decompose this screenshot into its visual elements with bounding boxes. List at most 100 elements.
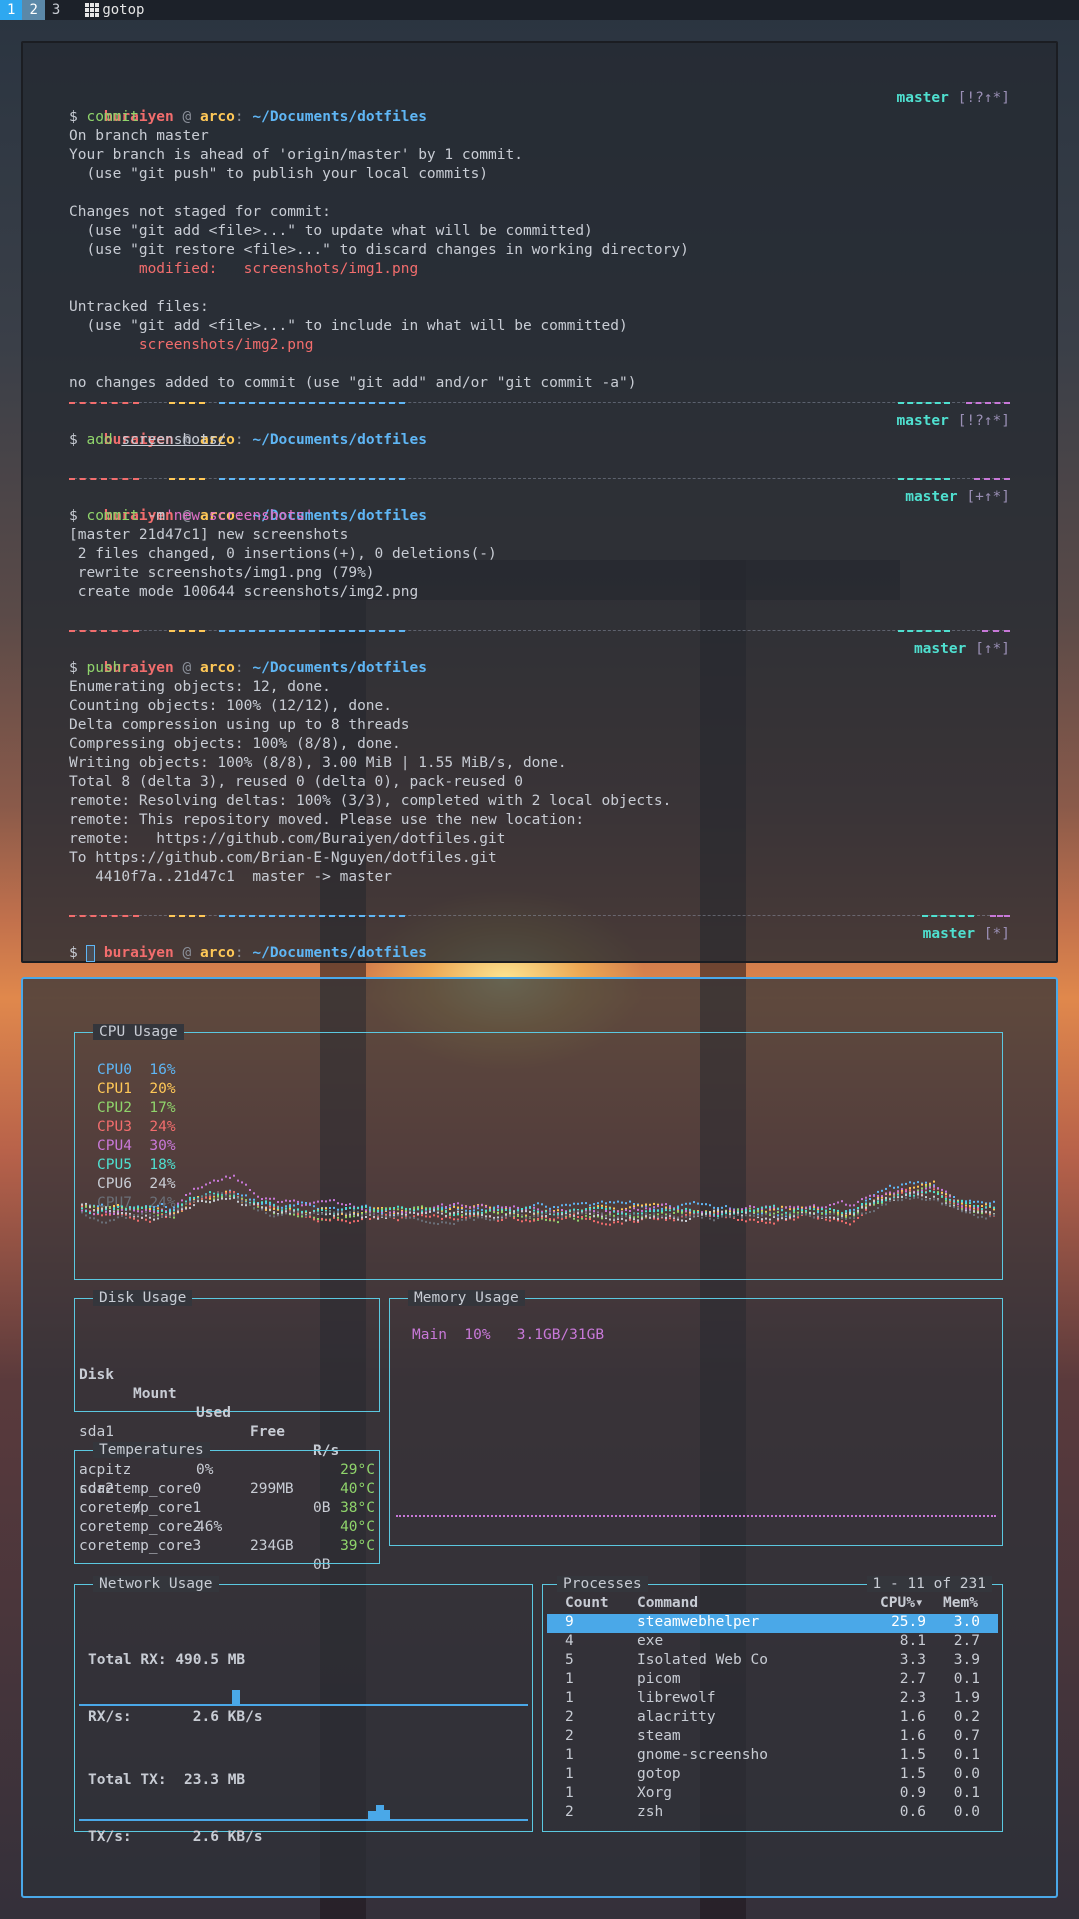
output-line: Changes not staged for commit: xyxy=(69,204,331,220)
cpu-graph-dot xyxy=(517,1212,519,1215)
cpu-graph-dot xyxy=(469,1212,471,1215)
workspace-2[interactable]: 2 xyxy=(22,0,45,20)
table-row[interactable]: 9 steamwebhelper 25.9 3.0 xyxy=(547,1614,998,1633)
cpu-graph-dot xyxy=(329,1199,331,1202)
cpu-graph-dot xyxy=(865,1202,867,1205)
cpu-graph-dot xyxy=(745,1207,747,1210)
cpu-graph-dot xyxy=(833,1216,835,1219)
cpu-graph-dot xyxy=(413,1211,415,1214)
process-mem: 3.9 xyxy=(953,1652,980,1668)
process-mem: 0.0 xyxy=(953,1766,980,1782)
cpu-graph-dot xyxy=(269,1208,271,1211)
terminal-window[interactable]: buraiyen @ arco: ~/Documents/dotfiles ma… xyxy=(21,41,1058,963)
cpu-graph-dot xyxy=(901,1191,903,1194)
col-command[interactable]: Command xyxy=(637,1595,698,1611)
cpu-graph-dot xyxy=(693,1211,695,1214)
rx-rate-label: RX/s: xyxy=(88,1709,132,1725)
cpu-graph-dot xyxy=(805,1206,807,1209)
cpu-graph-dot xyxy=(365,1209,367,1212)
tx-spike xyxy=(384,1810,390,1820)
cpu-graph-dot xyxy=(673,1208,675,1211)
process-count: 9 xyxy=(565,1614,574,1630)
git-branch: master xyxy=(896,90,949,106)
cpu-graph-dot xyxy=(765,1213,767,1216)
table-row[interactable]: 1 picom 2.7 0.1 xyxy=(547,1671,998,1690)
cpu-graph-dot xyxy=(605,1202,607,1205)
table-row[interactable]: 2 steam 1.6 0.7 xyxy=(547,1728,998,1747)
cpu-graph-dot xyxy=(397,1205,399,1208)
output-line: (use "git add <file>..." to include in w… xyxy=(69,318,628,334)
workspace-1[interactable]: 1 xyxy=(0,0,23,20)
cpu-graph-dot xyxy=(289,1207,291,1210)
cpu-graph-dot xyxy=(857,1207,859,1209)
cpu-graph-dot xyxy=(533,1209,535,1212)
prompt-separator xyxy=(69,469,1010,488)
table-row[interactable]: 1 gnome-screensho 1.5 0.1 xyxy=(547,1747,998,1766)
cpu-graph-dot xyxy=(825,1218,827,1221)
cpu-graph-dot xyxy=(317,1200,319,1203)
process-count: 1 xyxy=(565,1671,574,1687)
memory-legend: Main 10% 3.1GB/31GB xyxy=(412,1327,604,1343)
cpu-graph-dot xyxy=(673,1215,675,1218)
cpu-graph-dot xyxy=(169,1210,171,1213)
cpu-graph-dot xyxy=(457,1219,459,1222)
table-row[interactable]: 5 Isolated Web Co 3.3 3.9 xyxy=(547,1652,998,1671)
command-line: $ push xyxy=(69,659,1010,678)
cpu-graph-dot xyxy=(85,1202,87,1205)
cpu-graph-dot xyxy=(405,1207,407,1210)
cpu-graph-dot xyxy=(849,1217,851,1219)
cpu-graph-dot xyxy=(105,1208,107,1211)
cpu-graph-dot xyxy=(421,1207,423,1210)
cpu-graph-dot xyxy=(381,1209,383,1212)
cpu-graph-dot xyxy=(981,1215,983,1218)
cpu-graph-dot xyxy=(613,1221,615,1224)
cpu-graph-dot xyxy=(481,1216,483,1219)
cpu-graph-dot xyxy=(417,1218,419,1221)
cpu-graph-dot xyxy=(601,1207,603,1209)
active-command-line[interactable]: $ xyxy=(69,944,1010,963)
cpu-graph-dot xyxy=(165,1213,167,1216)
cpu-graph-dot xyxy=(533,1219,535,1222)
cpu-graph-dot xyxy=(885,1203,887,1206)
cpu-graph-dot xyxy=(473,1218,475,1221)
disk-usage-title: Disk Usage xyxy=(93,1290,193,1306)
cpu-graph-dot xyxy=(501,1206,503,1209)
cpu-graph-dot xyxy=(749,1205,751,1208)
cpu-graph-dot xyxy=(117,1216,119,1219)
cpu-graph-dot xyxy=(221,1197,223,1200)
process-count: 5 xyxy=(565,1652,574,1668)
cpu-graph-dot xyxy=(97,1205,99,1208)
table-row[interactable]: 1 Xorg 0.9 0.1 xyxy=(547,1785,998,1804)
gotop-window[interactable]: CPU Usage CPU0 16% CPU1 20% CPU2 17% CPU3 2… xyxy=(21,977,1058,1898)
output-line: 4410f7a..21d47c1 master -> master xyxy=(69,869,393,885)
cpu-graph-dot xyxy=(305,1203,307,1206)
cpu-graph-dot xyxy=(961,1202,963,1205)
cpu-graph-dot xyxy=(213,1199,215,1202)
table-row[interactable]: 2 alacritty 1.6 0.2 xyxy=(547,1709,998,1728)
process-mem: 0.1 xyxy=(953,1671,980,1687)
table-row[interactable]: 2 zsh 0.6 0.0 xyxy=(547,1804,998,1823)
cpu-graph-dot xyxy=(297,1210,299,1213)
col-count[interactable]: Count xyxy=(565,1595,609,1611)
cpu-graph-dot xyxy=(945,1203,947,1206)
workspace-3[interactable]: 3 xyxy=(45,0,67,20)
cpu-graph-dot xyxy=(973,1204,975,1207)
cpu-graph-dot xyxy=(629,1213,631,1216)
table-row[interactable]: 4 exe 8.1 2.7 xyxy=(547,1633,998,1652)
cpu-graph-dot xyxy=(209,1195,211,1198)
cpu-graph-dot xyxy=(181,1206,183,1208)
col-cpu[interactable]: CPU%▾ xyxy=(880,1595,924,1611)
cpu-graph-dot xyxy=(521,1210,523,1213)
process-mem: 2.7 xyxy=(953,1633,980,1649)
cpu-graph-dot xyxy=(557,1206,559,1209)
output-line: Enumerating objects: 12, done. xyxy=(69,679,331,695)
cpu-graph-dot xyxy=(737,1219,739,1221)
cpu-graph-dot xyxy=(745,1220,747,1223)
cpu-graph-dot xyxy=(621,1212,623,1215)
cpu-graph-dot xyxy=(985,1217,987,1220)
cpu-graph-dot xyxy=(253,1203,255,1206)
cpu-graph-dot xyxy=(585,1208,587,1211)
col-mem[interactable]: Mem% xyxy=(943,1595,978,1611)
table-row[interactable]: 1 gotop 1.5 0.0 xyxy=(547,1766,998,1785)
table-row[interactable]: 1 librewolf 2.3 1.9 xyxy=(547,1690,998,1709)
